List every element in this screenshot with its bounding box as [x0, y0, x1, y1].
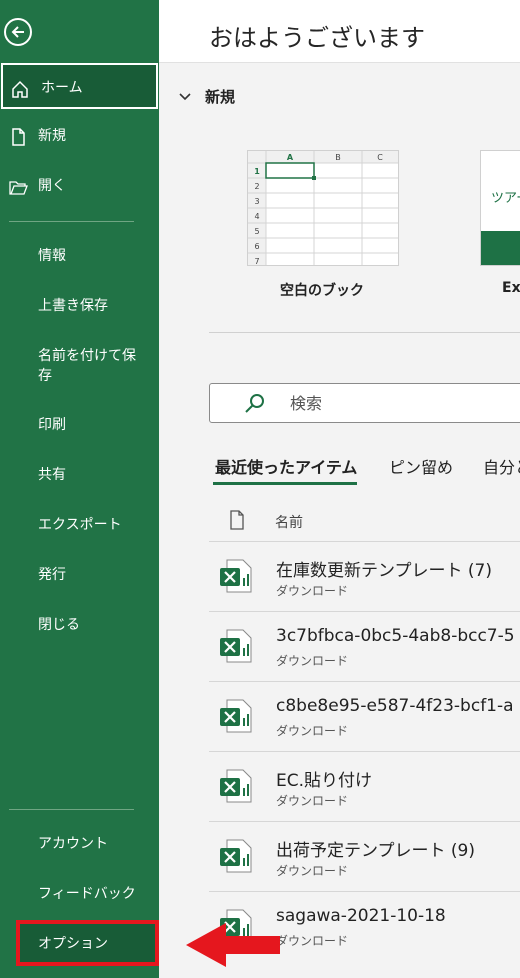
file-name: c8be8e95-e587-4f23-bcf1-a: [276, 696, 514, 716]
file-location: ダウンロード: [276, 724, 349, 738]
file-location: ダウンロード: [276, 654, 349, 668]
sidebar-item-export[interactable]: エクスポート: [0, 502, 159, 548]
row-header: 2: [254, 182, 259, 191]
sidebar-item-label: 情報: [38, 248, 66, 264]
red-arrow-annotation: [186, 923, 280, 967]
row-header: 1: [254, 167, 260, 176]
file-location: ダウンロード: [276, 584, 349, 598]
new-document-icon: [12, 128, 25, 146]
file-location: ダウンロード: [276, 864, 349, 878]
row-header: 5: [254, 227, 259, 236]
back-button[interactable]: [4, 18, 32, 46]
row-header: 7: [254, 257, 259, 265]
tour-template-label: Ex: [502, 280, 520, 296]
sidebar-item-print[interactable]: 印刷: [0, 402, 159, 448]
spreadsheet-grid-icon: A B C 1 2 3 4 5 6 7: [248, 151, 398, 265]
active-tab-indicator: [213, 482, 357, 485]
home-icon: [12, 80, 28, 98]
search-icon: [245, 394, 264, 413]
sidebar-divider: [9, 809, 134, 810]
sidebar-item-label: 閉じる: [38, 617, 80, 633]
sidebar-item-label: エクスポート: [38, 517, 122, 533]
sidebar-item-label: 上書き保存: [38, 298, 108, 314]
excel-file-icon: [220, 769, 252, 803]
sidebar-item-label: 新規: [38, 128, 66, 144]
file-name: 3c7bfbca-0bc5-4ab8-bcc7-5: [276, 626, 515, 646]
blank-workbook-thumbnail[interactable]: A B C 1 2 3 4 5 6 7: [247, 150, 399, 266]
row-header: 6: [254, 242, 259, 251]
new-section-toggle[interactable]: 新規: [179, 86, 235, 107]
main-pane: おはようございます 新規 A B C 1 2 3 4 5 6 7 空白のブック …: [159, 0, 520, 978]
section-title: 新規: [205, 88, 236, 106]
sidebar-item-open[interactable]: 開く: [0, 163, 159, 209]
sidebar-divider: [9, 221, 134, 222]
chevron-down-icon: [179, 88, 191, 106]
search-input[interactable]: [288, 393, 492, 414]
sidebar-item-label: フィードバック: [38, 886, 136, 902]
column-header: B: [335, 153, 341, 162]
list-item[interactable]: 出荷予定テンプレート (9) ダウンロード: [209, 821, 520, 892]
page-title: おはようございます: [209, 24, 425, 52]
sidebar-item-save-as[interactable]: 名前を付けて保 存: [38, 346, 148, 386]
greeting-bar: おはようございます: [159, 0, 520, 63]
list-header: 名前: [229, 508, 520, 536]
backstage-sidebar: ホーム 新規 開く 情報 上書き保存 名前を付けて保 存 印刷 共有 エクスポー…: [0, 0, 159, 978]
file-location: ダウンロード: [276, 794, 349, 808]
excel-file-icon: [220, 839, 252, 873]
template-band: [481, 231, 520, 265]
excel-file-icon: [220, 559, 252, 593]
column-header: C: [377, 153, 383, 162]
back-arrow-icon: [11, 26, 24, 38]
sidebar-item-label: ホーム: [41, 80, 83, 96]
sidebar-item-feedback[interactable]: フィードバック: [0, 871, 159, 917]
sidebar-item-home[interactable]: ホーム: [1, 63, 158, 109]
tour-template-thumbnail[interactable]: ツアー: [480, 150, 520, 266]
row-header: 4: [254, 212, 259, 221]
list-item[interactable]: 3c7bfbca-0bc5-4ab8-bcc7-5 ダウンロード: [209, 611, 520, 682]
search-box[interactable]: [209, 383, 520, 423]
sidebar-item-account[interactable]: アカウント: [0, 821, 159, 867]
tab-recent[interactable]: 最近使ったアイテム: [215, 454, 357, 478]
list-item[interactable]: c8be8e95-e587-4f23-bcf1-a ダウンロード: [209, 681, 520, 752]
section-divider: [209, 332, 520, 333]
file-name: sagawa-2021-10-18: [276, 906, 446, 926]
sidebar-item-label: オプション: [38, 936, 108, 952]
sidebar-item-label: アカウント: [38, 836, 108, 852]
tab-shared[interactable]: 自分と: [483, 454, 520, 478]
file-location: ダウンロード: [276, 934, 349, 948]
sidebar-item-publish[interactable]: 発行: [0, 552, 159, 598]
file-name: 出荷予定テンプレート (9): [276, 841, 475, 861]
sidebar-item-label: 印刷: [38, 417, 66, 433]
file-name: EC.貼り付け: [276, 771, 373, 791]
blank-workbook-label: 空白のブック: [280, 283, 364, 299]
column-header: A: [287, 153, 294, 162]
row-header: 3: [254, 197, 259, 206]
sidebar-item-share[interactable]: 共有: [0, 452, 159, 498]
sidebar-item-info[interactable]: 情報: [0, 233, 159, 279]
excel-file-icon: [220, 629, 252, 663]
sidebar-item-label: 共有: [38, 467, 66, 483]
tab-pinned[interactable]: ピン留め: [389, 454, 453, 478]
sidebar-item-close[interactable]: 閉じる: [0, 602, 159, 648]
template-thumb-text: ツアー: [491, 191, 520, 206]
sidebar-item-options[interactable]: オプション: [0, 921, 159, 967]
file-icon: [230, 510, 244, 530]
open-folder-icon: [9, 181, 28, 195]
excel-file-icon: [220, 699, 252, 733]
file-name: 在庫数更新テンプレート (7): [276, 561, 492, 581]
sidebar-item-new[interactable]: 新規: [0, 113, 159, 159]
list-item[interactable]: EC.貼り付けダウンロード: [209, 751, 520, 822]
sidebar-item-label: 開く: [38, 178, 66, 194]
sidebar-item-save[interactable]: 上書き保存: [0, 283, 159, 329]
column-name[interactable]: 名前: [275, 512, 303, 532]
sidebar-item-label: 発行: [38, 567, 66, 583]
list-item[interactable]: 在庫数更新テンプレート (7) ダウンロード: [209, 541, 520, 612]
